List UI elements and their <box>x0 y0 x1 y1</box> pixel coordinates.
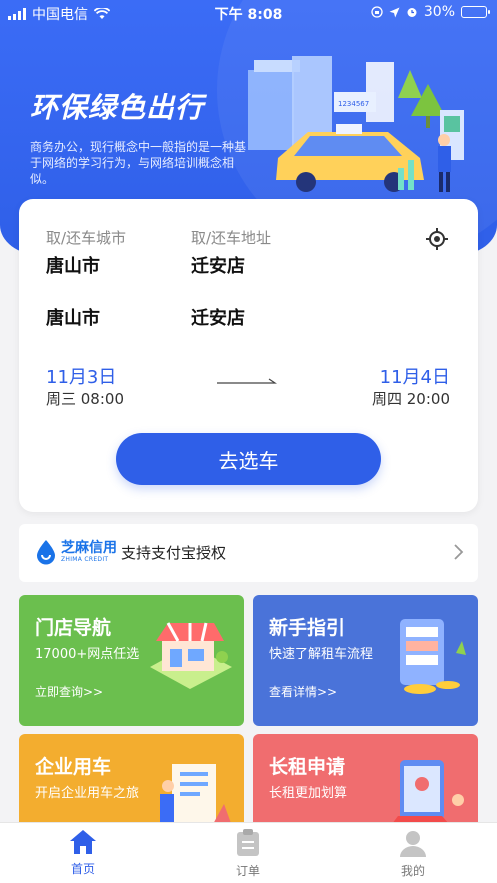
date-range-arrow-icon <box>217 378 277 384</box>
tile-beginner-guide[interactable]: 新手指引 快速了解租车流程 查看详情>> <box>253 595 478 726</box>
return-time[interactable]: 周四 20:00 <box>372 388 450 409</box>
tab-home[interactable]: 首页 <box>33 829 133 881</box>
tile-subtitle: 长租更加划算 <box>269 786 348 801</box>
zhima-credit-row[interactable]: 芝麻信用 ZHIMA CREDIT 支持支付宝授权 <box>19 524 478 582</box>
tile-title: 门店导航 <box>35 617 112 639</box>
pickup-time[interactable]: 周三 08:00 <box>46 388 124 409</box>
tile-title: 企业用车 <box>35 756 112 778</box>
hero-description: 商务办公，现行概念中一般指的是一种基于网络的学习行为，与网络培训概念相似。 <box>30 140 247 186</box>
pickup-city[interactable]: 唐山市 <box>46 252 100 278</box>
tile-title: 长租申请 <box>269 756 346 778</box>
zhima-auth-text: 支持支付宝授权 <box>121 544 227 562</box>
battery-percent: 30% <box>423 4 455 20</box>
tile-link[interactable]: 立即查询>> <box>35 683 103 700</box>
tile-subtitle: 快速了解租车流程 <box>269 647 374 662</box>
clipboard-icon <box>237 829 259 856</box>
return-date[interactable]: 11月4日 <box>380 363 450 389</box>
booking-card: 取/还车城市 取/还车地址 唐山市 迁安店 唐山市 迁安店 11月3日 周三 0… <box>19 199 478 512</box>
home-icon <box>70 830 96 854</box>
city-taxi-illustration: 1234567 <box>248 56 464 192</box>
tab-label: 订单 <box>235 864 260 878</box>
locate-icon[interactable] <box>425 227 449 251</box>
tile-store-navigation[interactable]: 门店导航 17000+网点任选 立即查询>> <box>19 595 244 726</box>
zhima-logo: 芝麻信用 ZHIMA CREDIT <box>35 539 117 565</box>
return-store[interactable]: 迁安店 <box>191 304 245 330</box>
store-icon <box>150 622 232 689</box>
pickup-date[interactable]: 11月3日 <box>46 363 116 389</box>
zhima-logo-cn: 芝麻信用 <box>61 540 117 556</box>
tile-title: 新手指引 <box>269 617 346 639</box>
select-car-button[interactable]: 去选车 <box>116 433 381 485</box>
pickup-address-label: 取/还车地址 <box>191 229 272 247</box>
illustration-sign-text: 1234567 <box>338 100 369 108</box>
tile-link[interactable]: 查看详情>> <box>269 683 337 700</box>
alarm-icon <box>407 8 417 17</box>
pickup-city-label: 取/还车城市 <box>46 229 127 247</box>
tab-profile[interactable]: 我的 <box>363 829 463 881</box>
tile-subtitle: 开启企业用车之旅 <box>35 786 140 801</box>
zhima-drop-icon <box>37 540 55 565</box>
tab-bar: 首页 订单 我的 <box>0 822 497 883</box>
user-icon <box>400 831 426 857</box>
battery-icon <box>461 6 490 18</box>
lock-rotation-icon <box>371 6 383 18</box>
tile-subtitle: 17000+网点任选 <box>35 647 140 662</box>
hero-slogan: 环保绿色出行 <box>30 91 205 124</box>
tab-orders[interactable]: 订单 <box>198 829 298 881</box>
location-arrow-icon <box>389 7 400 17</box>
zhima-logo-en: ZHIMA CREDIT <box>61 556 109 563</box>
tab-label: 我的 <box>400 864 425 878</box>
return-city[interactable]: 唐山市 <box>46 304 100 330</box>
phone-guide-icon <box>400 619 466 694</box>
pickup-store[interactable]: 迁安店 <box>191 252 245 278</box>
tab-label: 首页 <box>70 862 95 876</box>
status-bar: 中国电信 下午 8:08 30% <box>0 0 497 26</box>
chevron-right-icon <box>454 544 464 560</box>
